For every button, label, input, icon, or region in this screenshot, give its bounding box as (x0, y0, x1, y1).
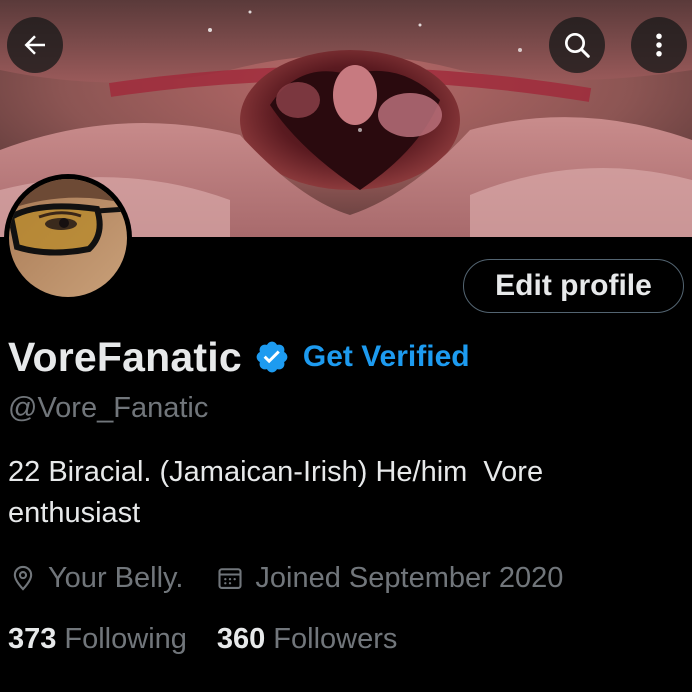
profile-meta: Your Belly. Joined September 2020 (8, 558, 563, 598)
verified-badge-icon (254, 339, 290, 375)
display-name: VoreFanatic (8, 333, 242, 380)
back-button[interactable] (7, 17, 63, 73)
joined-item: Joined September 2020 (215, 562, 563, 595)
get-verified-link[interactable]: Get Verified (303, 340, 470, 374)
follow-stats: 373 Following 360 Followers (8, 618, 397, 660)
joined-date-text: Joined September 2020 (255, 561, 564, 594)
search-icon (565, 33, 590, 58)
name-row: VoreFanatic Get Verified (8, 329, 470, 385)
location-text: Your Belly. (48, 561, 184, 594)
followers-label: Followers (273, 622, 398, 655)
following-link[interactable]: 373 Following (8, 623, 187, 656)
calendar-icon (215, 563, 245, 593)
following-count: 373 (8, 622, 57, 655)
location-pin-icon (8, 563, 38, 593)
more-vertical-icon (656, 33, 662, 57)
avatar[interactable] (4, 174, 132, 302)
edit-profile-button[interactable]: Edit profile (463, 259, 684, 313)
location-item: Your Belly. (8, 562, 183, 595)
more-options-button[interactable] (631, 17, 687, 73)
followers-link[interactable]: 360 Followers (217, 623, 397, 656)
avatar-image (9, 179, 127, 297)
followers-count: 360 (216, 622, 266, 655)
profile-bio: 22 Biracial. (Jamaican-Irish) He/him Vor… (8, 456, 552, 529)
arrow-left-icon (24, 35, 45, 55)
following-label: Following (64, 622, 187, 655)
search-button[interactable] (549, 17, 605, 73)
user-handle: @Vore_Fanatic (8, 392, 209, 424)
